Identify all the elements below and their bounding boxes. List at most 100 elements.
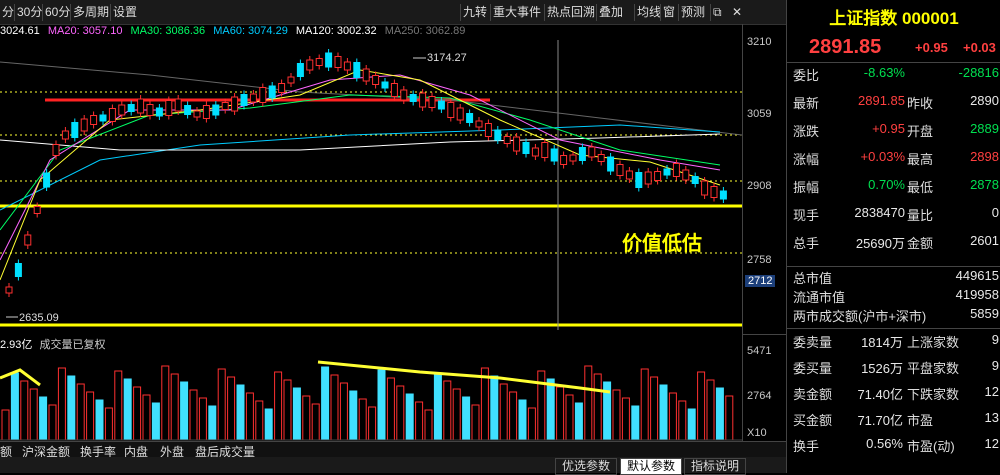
quote-value: -8.63% — [863, 65, 905, 80]
candle — [118, 104, 126, 116]
volume-chart[interactable] — [0, 350, 742, 441]
quote-label: 涨跌 — [793, 124, 820, 139]
tab-30min[interactable]: 30分 — [14, 4, 44, 21]
quote-value: 2889 — [970, 121, 999, 136]
candle — [343, 61, 351, 71]
quote-value: -28816 — [958, 65, 999, 80]
tab-multi-period[interactable]: 多周期 — [70, 4, 111, 21]
volume-bar — [415, 401, 424, 441]
market-stat-row: 换手 0.56% 市盈(动) 12 — [787, 436, 1000, 459]
stat-value: 12 — [984, 436, 999, 451]
close-icon[interactable]: ✕ — [730, 4, 748, 21]
quote-value: 0.70% — [868, 177, 905, 192]
window-button[interactable]: 窗 — [660, 4, 677, 21]
quote-label: 开盘 — [907, 124, 934, 139]
nine-turn-button[interactable]: 九转 — [460, 4, 489, 21]
candle — [541, 142, 549, 158]
candle — [635, 172, 643, 188]
stat-value: 71.40亿 — [857, 387, 903, 402]
stat-value: 0.56% — [866, 436, 903, 451]
overlay-button[interactable]: 叠加 — [596, 4, 625, 21]
candle — [475, 120, 483, 128]
candle — [249, 93, 257, 103]
candle — [522, 142, 530, 154]
candle — [409, 94, 417, 102]
tab-indicator-help[interactable]: 指标说明 — [684, 458, 747, 475]
volume-bar — [612, 389, 621, 441]
settings-button[interactable]: 设置 — [110, 4, 139, 21]
quote-value: 2878 — [970, 177, 999, 192]
ma120-value: MA120: 3002.32 — [295, 25, 377, 37]
quote-label: 最新 — [793, 96, 820, 111]
quote-label: 现手 — [793, 208, 820, 223]
candle — [654, 171, 662, 181]
candle — [306, 59, 314, 71]
stat-label: 市盈(动) — [907, 439, 955, 454]
quote-row: 委比 -8.63% -28816 — [787, 65, 1000, 88]
ma30-value: MA30: 3086.36 — [130, 25, 206, 37]
volume-bar — [292, 387, 301, 441]
quote-row: 总手 25690万 金额 2601 — [787, 233, 1000, 256]
high-label: 3174.27 — [427, 52, 467, 64]
candle — [5, 286, 13, 294]
forecast-button[interactable]: 预测 — [678, 4, 707, 21]
volume-bar — [509, 391, 518, 441]
quote-panel: 上证指数 000001 2891.85 +0.95 +0.03 委比 -8.63%… — [786, 0, 1000, 473]
stat-label: 上涨家数 — [907, 335, 960, 350]
volume-bar — [321, 366, 330, 441]
volume-bar — [593, 373, 602, 441]
candle — [691, 176, 699, 184]
candle — [315, 58, 323, 66]
candle — [240, 94, 248, 106]
volume-bar — [631, 405, 640, 441]
candle — [381, 81, 389, 89]
quote-value: 2898 — [970, 149, 999, 164]
hotspot-review-button[interactable]: 热点回溯 — [544, 4, 597, 21]
quote-value: 2891.85 — [858, 93, 905, 108]
period-toolbar: 分 30分 60分 多周期 设置 九转 重大事件 热点回溯 叠加 均线 窗 预测… — [0, 0, 786, 25]
candle — [268, 85, 276, 99]
candle — [61, 130, 69, 140]
tab-optimized-params[interactable]: 优选参数 — [555, 458, 618, 475]
volume-bar — [217, 368, 226, 441]
stat-value: 9 — [991, 332, 999, 347]
quote-label: 昨收 — [907, 96, 934, 111]
volume-bar — [208, 405, 217, 441]
candle — [108, 108, 116, 122]
stat-value: 1526万 — [861, 361, 903, 376]
candle — [588, 146, 596, 158]
stat-label: 买金额 — [793, 413, 833, 428]
stat-label: 委买量 — [793, 361, 833, 376]
restore-icon[interactable]: ⧉ — [710, 4, 729, 21]
candle — [24, 234, 32, 246]
candle — [14, 263, 22, 277]
volume-bar — [67, 375, 76, 441]
volume-bar — [725, 395, 734, 441]
stat-value: 12 — [984, 384, 999, 399]
quote-label: 量比 — [907, 208, 934, 223]
tab-default-params[interactable]: 默认参数 — [620, 458, 683, 475]
candle — [165, 100, 173, 116]
volume-bar — [443, 380, 452, 441]
major-events-button[interactable]: 重大事件 — [490, 4, 543, 21]
candle — [71, 122, 79, 138]
volume-bar — [39, 396, 48, 441]
volume-bar — [76, 383, 85, 441]
candle — [155, 107, 163, 117]
volume-bar — [198, 397, 207, 441]
candle — [325, 52, 333, 68]
volume-bar — [283, 379, 292, 441]
candle — [710, 186, 718, 198]
price-chart[interactable]: 3174.27 2635.09 价值低估 — [0, 40, 742, 330]
volume-trend-line — [317, 360, 611, 394]
volume-bar — [715, 387, 724, 441]
volume-bar — [462, 396, 471, 441]
ma-button[interactable]: 均线 — [634, 4, 663, 21]
tab-60min[interactable]: 60分 — [42, 4, 72, 21]
candle — [560, 155, 568, 165]
candle — [447, 102, 455, 118]
candle — [456, 107, 464, 121]
volume-bar — [133, 386, 142, 441]
volume-bar — [142, 394, 151, 441]
candle — [682, 169, 690, 181]
